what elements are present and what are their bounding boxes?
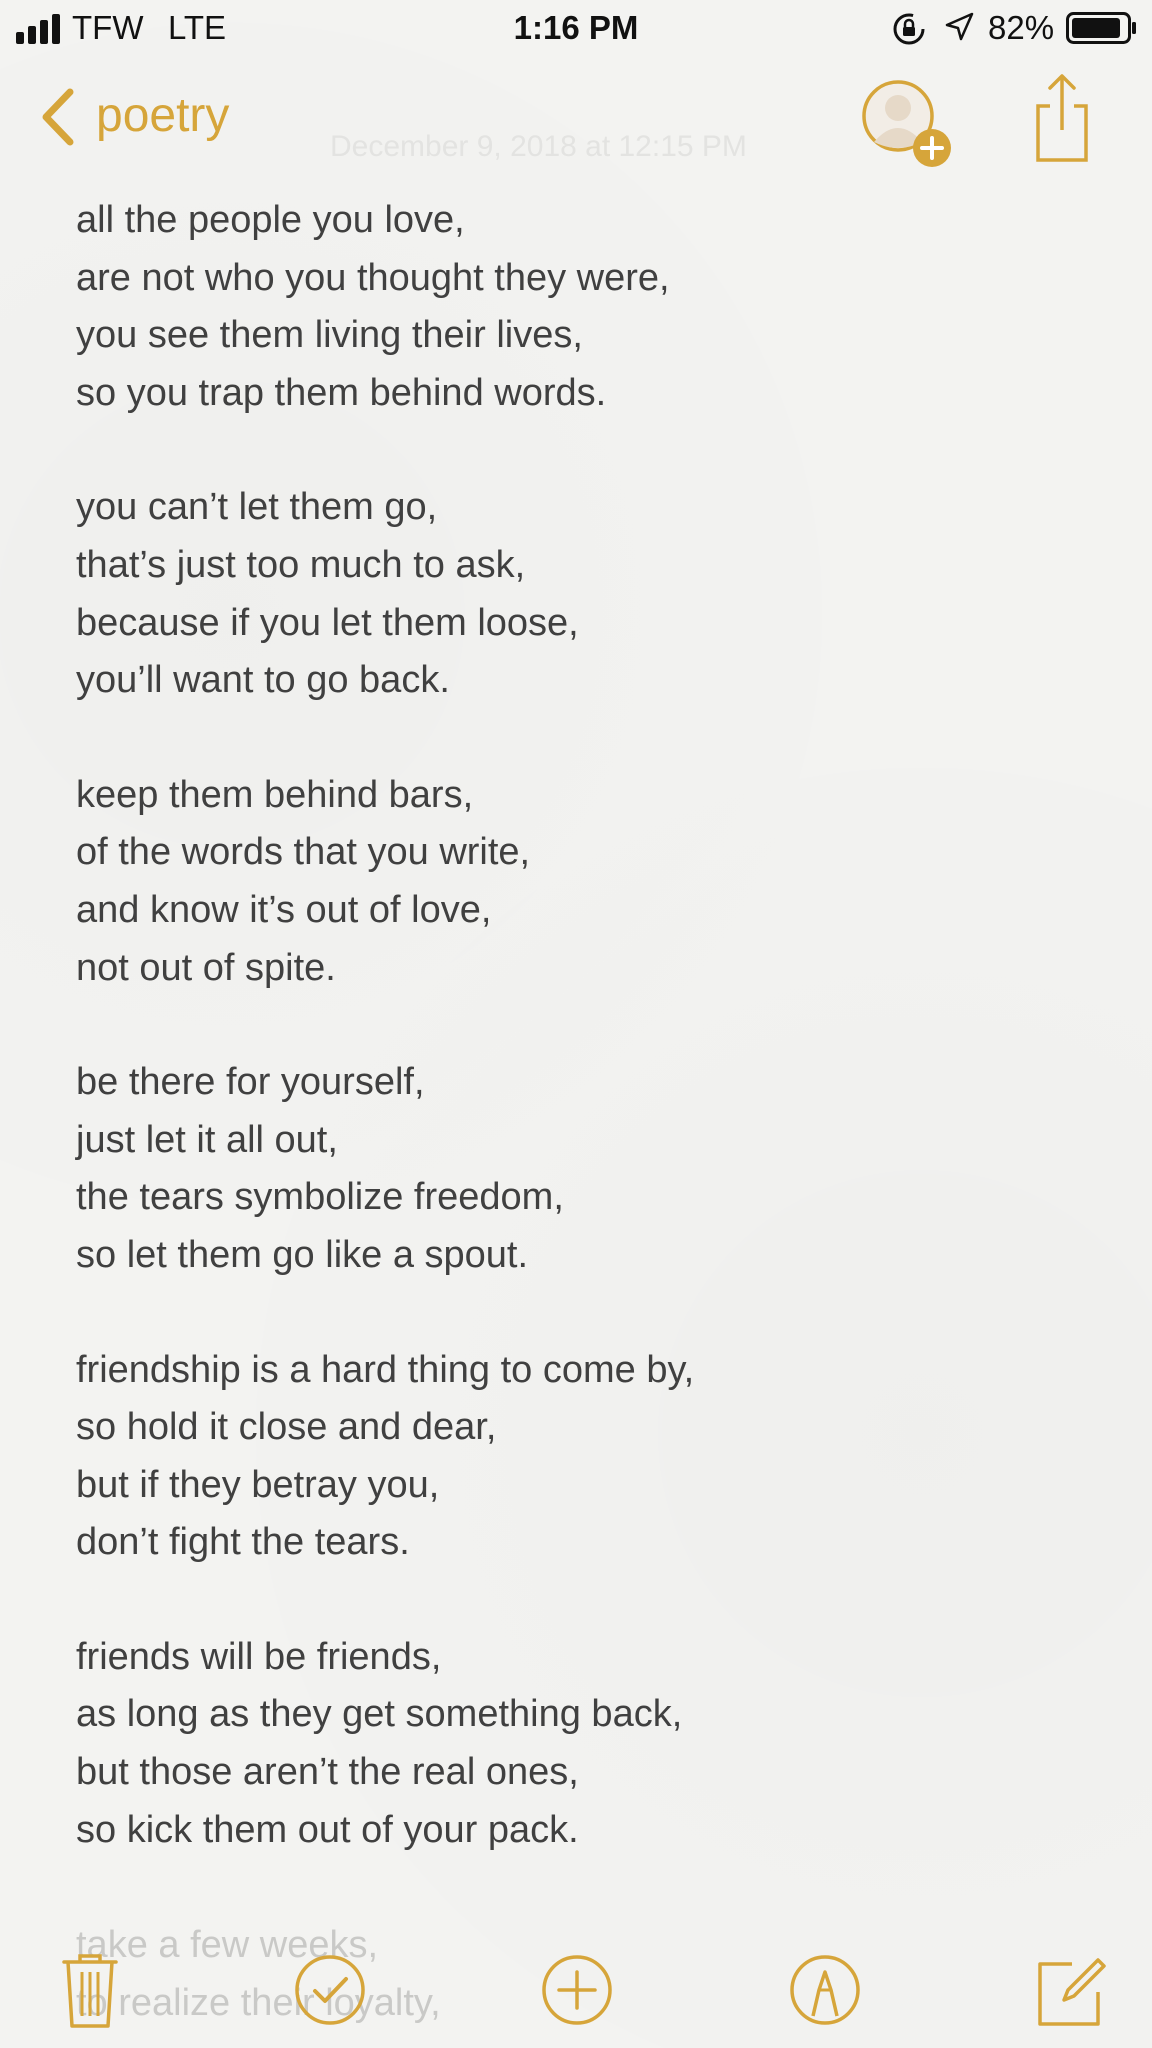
poem-line: you can’t let them go,	[76, 486, 438, 529]
poem-line: be there for yourself,	[76, 1061, 425, 1104]
compose-icon[interactable]	[1030, 1950, 1110, 2030]
bottom-toolbar	[0, 1940, 1152, 2048]
rotation-lock-icon	[893, 13, 925, 45]
chevron-left-icon	[42, 88, 74, 146]
battery-icon	[1066, 12, 1136, 44]
stanza: friends will be friends, as long as they…	[76, 1629, 1076, 1859]
note-body[interactable]: all the people you love, are not who you…	[76, 192, 1076, 1916]
poem-line: keep them behind bars,	[76, 773, 474, 816]
stanza: keep them behind bars, of the words that…	[76, 767, 1076, 997]
status-time: 1:16 PM	[513, 9, 639, 46]
poem-line: you’ll want to go back.	[76, 659, 450, 702]
markup-icon[interactable]	[785, 1950, 865, 2030]
checklist-icon[interactable]	[290, 1950, 370, 2030]
battery-percentage: 82%	[988, 9, 1055, 46]
poem-line: so you trap them behind words.	[76, 371, 607, 414]
poem-line: don’t fight the tears.	[76, 1521, 410, 1564]
poem-line: are not who you thought they were,	[76, 256, 670, 299]
navigation-bar: December 9, 2018 at 12:15 PM poetry	[0, 60, 1152, 170]
poem-line: but those aren’t the real ones,	[76, 1751, 579, 1794]
stanza: all the people you love, are not who you…	[76, 192, 1076, 422]
poem-line: but if they betray you,	[76, 1463, 440, 1506]
poem-line: so let them go like a spout.	[76, 1233, 529, 1276]
back-button-label: poetry	[96, 89, 230, 142]
poem-line: and know it’s out of love,	[76, 888, 492, 931]
add-person-icon[interactable]	[858, 78, 954, 170]
stanza: be there for yourself, just let it all o…	[76, 1054, 1076, 1284]
poem-line: all the people you love,	[76, 199, 465, 241]
stanza: you can’t let them go, that’s just too m…	[76, 479, 1076, 709]
add-icon[interactable]	[537, 1950, 617, 2030]
trash-icon[interactable]	[50, 1950, 130, 2030]
poem-line: the tears symbolize freedom,	[76, 1176, 564, 1219]
poem-line: that’s just too much to ask,	[76, 543, 526, 586]
poem-line: friendship is a hard thing to come by,	[76, 1348, 695, 1391]
note-date: December 9, 2018 at 12:15 PM	[330, 130, 747, 163]
poem-line: as long as they get something back,	[76, 1693, 683, 1736]
poem-line: of the words that you write,	[76, 831, 531, 874]
poem-line: not out of spite.	[76, 946, 336, 989]
poem-line: so hold it close and dear,	[76, 1406, 497, 1449]
share-icon[interactable]	[1032, 72, 1092, 162]
poem-line: friends will be friends,	[76, 1635, 442, 1678]
poem-line: because if you let them loose,	[76, 601, 579, 644]
poem-line: you see them living their lives,	[76, 314, 583, 357]
poem-line: so kick them out of your pack.	[76, 1808, 579, 1851]
stanza: friendship is a hard thing to come by, s…	[76, 1342, 1076, 1572]
status-bar: TFW LTE 1:16 PM 82%	[0, 0, 1152, 58]
location-arrow-icon	[945, 12, 974, 41]
poem-line: just let it all out,	[76, 1118, 338, 1161]
